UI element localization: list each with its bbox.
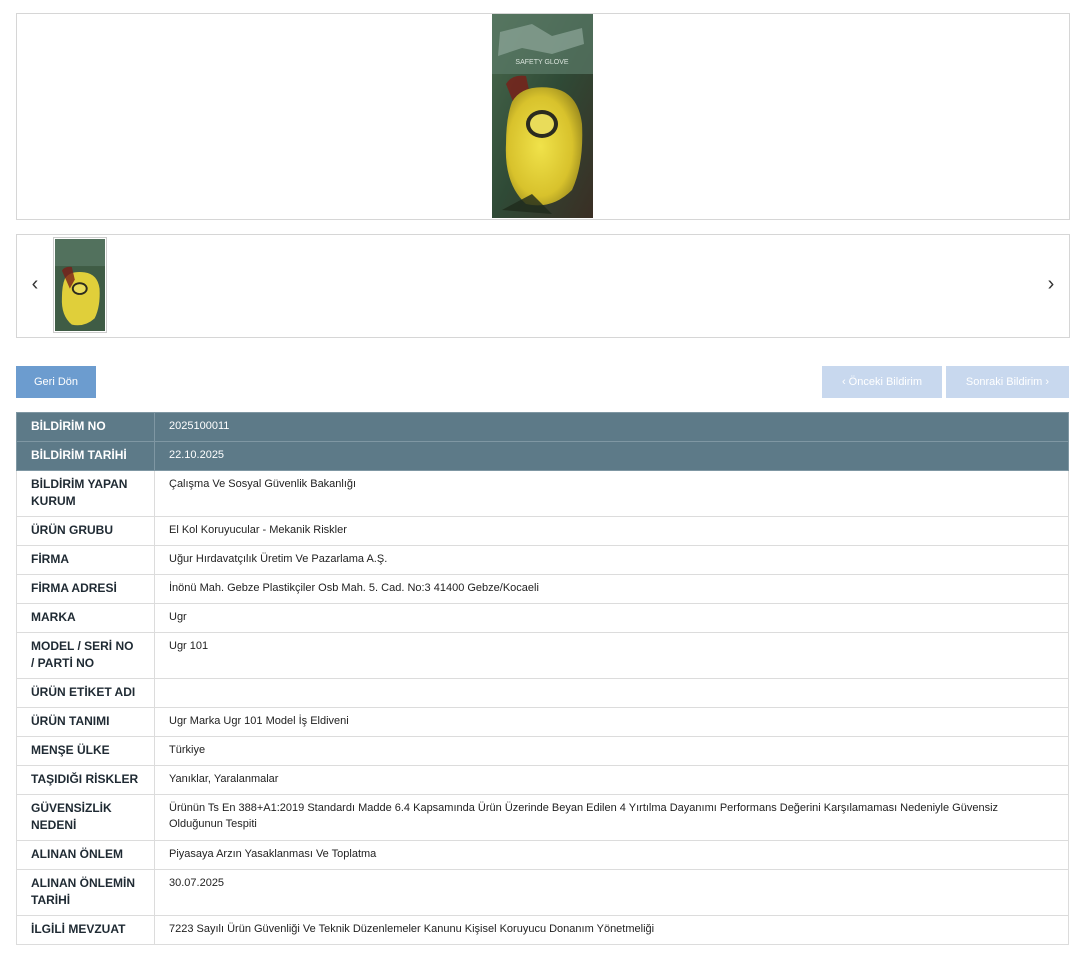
row-label: MARKA	[16, 603, 155, 633]
row-value: Piyasaya Arzın Yasaklanması Ve Toplatma	[154, 840, 1069, 870]
row-label: TAŞIDIĞI RİSKLER	[16, 765, 155, 795]
table-row: BİLDİRİM YAPAN KURUM Çalışma Ve Sosyal G…	[16, 470, 1069, 517]
row-value: İnönü Mah. Gebze Plastikçiler Osb Mah. 5…	[154, 574, 1069, 604]
row-value: Yanıklar, Yaralanmalar	[154, 765, 1069, 795]
row-value: El Kol Koruyucular - Mekanik Riskler	[154, 516, 1069, 546]
row-label: ÜRÜN TANIMI	[16, 707, 155, 737]
row-label: ALINAN ÖNLEM	[16, 840, 155, 870]
row-label: ÜRÜN GRUBU	[16, 516, 155, 546]
row-value: Çalışma Ve Sosyal Güvenlik Bakanlığı	[154, 470, 1069, 517]
row-value: Ugr Marka Ugr 101 Model İş Eldiveni	[154, 707, 1069, 737]
row-value: Ugr 101	[154, 632, 1069, 679]
back-button[interactable]: Geri Dön	[16, 366, 96, 398]
table-row: MARKA Ugr	[16, 603, 1069, 633]
row-value: Türkiye	[154, 736, 1069, 766]
photo-brand-text: SAFETY GLOVE	[515, 59, 568, 66]
row-value: 2025100011	[154, 412, 1069, 442]
row-label: GÜVENSİZLİK NEDENİ	[16, 794, 155, 841]
table-row: GÜVENSİZLİK NEDENİ Ürünün Ts En 388+A1:2…	[16, 794, 1069, 841]
table-row: BİLDİRİM TARİHİ 22.10.2025	[16, 441, 1069, 471]
carousel-next-arrow[interactable]: ›	[1041, 271, 1061, 297]
table-row: İLGİLİ MEVZUAT 7223 Sayılı Ürün Güvenliğ…	[16, 915, 1069, 945]
table-row: TAŞIDIĞI RİSKLER Yanıklar, Yaralanmalar	[16, 765, 1069, 795]
table-row: ALINAN ÖNLEMİN TARİHİ 30.07.2025	[16, 869, 1069, 916]
row-label: ÜRÜN ETİKET ADI	[16, 678, 155, 708]
row-value: 22.10.2025	[154, 441, 1069, 471]
table-row: FİRMA Uğur Hırdavatçılık Üretim Ve Pazar…	[16, 545, 1069, 575]
row-label: BİLDİRİM NO	[16, 412, 155, 442]
row-label: ALINAN ÖNLEMİN TARİHİ	[16, 869, 155, 916]
row-label: İLGİLİ MEVZUAT	[16, 915, 155, 945]
previous-notification-button[interactable]: ‹ Önceki Bildirim	[822, 366, 942, 398]
row-value: Ürünün Ts En 388+A1:2019 Standardı Madde…	[154, 794, 1069, 841]
table-row: BİLDİRİM NO 2025100011	[16, 412, 1069, 442]
row-label: FİRMA ADRESİ	[16, 574, 155, 604]
row-label: MENŞE ÜLKE	[16, 736, 155, 766]
row-value: 7223 Sayılı Ürün Güvenliği Ve Teknik Düz…	[154, 915, 1069, 945]
product-photo: SAFETY GLOVE	[492, 14, 593, 218]
thumbnail-image[interactable]	[53, 237, 107, 333]
carousel-prev-arrow[interactable]: ‹	[25, 271, 45, 297]
row-label: BİLDİRİM TARİHİ	[16, 441, 155, 471]
row-value: Ugr	[154, 603, 1069, 633]
table-row: ÜRÜN GRUBU El Kol Koruyucular - Mekanik …	[16, 516, 1069, 546]
main-image-viewer: SAFETY GLOVE	[16, 13, 1070, 220]
table-row: MODEL / SERİ NO / PARTİ NO Ugr 101	[16, 632, 1069, 679]
next-notification-button[interactable]: Sonraki Bildirim ›	[946, 366, 1069, 398]
table-row: ALINAN ÖNLEM Piyasaya Arzın Yasaklanması…	[16, 840, 1069, 870]
table-row: FİRMA ADRESİ İnönü Mah. Gebze Plastikçil…	[16, 574, 1069, 604]
row-value: 30.07.2025	[154, 869, 1069, 916]
row-label: FİRMA	[16, 545, 155, 575]
thumbnail-carousel: ‹ ›	[16, 234, 1070, 338]
table-row: MENŞE ÜLKE Türkiye	[16, 736, 1069, 766]
table-row: ÜRÜN ETİKET ADI	[16, 678, 1069, 708]
row-label: MODEL / SERİ NO / PARTİ NO	[16, 632, 155, 679]
row-value: Uğur Hırdavatçılık Üretim Ve Pazarlama A…	[154, 545, 1069, 575]
row-label: BİLDİRİM YAPAN KURUM	[16, 470, 155, 517]
table-row: ÜRÜN TANIMI Ugr Marka Ugr 101 Model İş E…	[16, 707, 1069, 737]
notification-details-table: BİLDİRİM NO 2025100011 BİLDİRİM TARİHİ 2…	[16, 412, 1069, 945]
row-value	[154, 678, 1069, 708]
